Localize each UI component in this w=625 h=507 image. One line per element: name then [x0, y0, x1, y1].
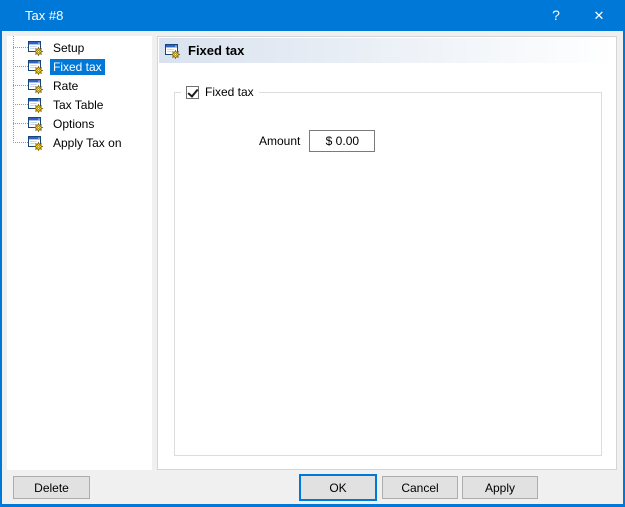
tax-form-icon: [28, 116, 44, 132]
tree-item-rate[interactable]: Rate: [7, 76, 152, 95]
tree-item-label: Rate: [50, 78, 81, 94]
apply-button[interactable]: Apply: [462, 476, 538, 499]
fixed-tax-groupbox: Fixed tax Amount: [174, 85, 602, 456]
close-button[interactable]: ✕: [579, 0, 619, 31]
tree-item-label: Tax Table: [50, 97, 106, 113]
tree-item-label: Options: [50, 116, 97, 132]
tree-item-apply-tax-on[interactable]: Apply Tax on: [7, 133, 152, 152]
nav-tree-panel: Setup Fixed tax Rate Tax Table Options A…: [7, 36, 152, 470]
tree-item-setup[interactable]: Setup: [7, 38, 152, 57]
window-title: Tax #8: [25, 8, 63, 23]
fixed-tax-checkbox-label: Fixed tax: [205, 85, 254, 99]
tree-item-label: Setup: [50, 40, 87, 56]
page-title: Fixed tax: [188, 43, 244, 58]
amount-row: Amount: [259, 130, 375, 152]
tree-item-label: Apply Tax on: [50, 135, 125, 151]
tax-dialog-window: Tax #8 ? ✕ Setup Fixed tax Rate Tax: [0, 0, 625, 507]
nav-tree: Setup Fixed tax Rate Tax Table Options A…: [7, 36, 152, 152]
delete-button[interactable]: Delete: [13, 476, 90, 499]
fixed-tax-checkbox[interactable]: [186, 86, 199, 99]
tax-form-icon: [28, 78, 44, 94]
close-icon: ✕: [594, 8, 605, 23]
tree-item-options[interactable]: Options: [7, 114, 152, 133]
tree-item-label-selected: Fixed tax: [50, 59, 105, 75]
content-header: Fixed tax: [159, 38, 615, 63]
fixed-tax-legend: Fixed tax: [181, 85, 259, 99]
amount-label: Amount: [259, 130, 300, 152]
amount-input[interactable]: [309, 130, 375, 152]
tax-form-icon: [165, 43, 181, 59]
help-icon: ?: [552, 7, 560, 23]
titlebar: Tax #8 ? ✕: [0, 0, 625, 31]
help-button[interactable]: ?: [536, 0, 576, 31]
tax-form-icon: [28, 135, 44, 151]
ok-button[interactable]: OK: [299, 474, 377, 501]
tree-item-tax-table[interactable]: Tax Table: [7, 95, 152, 114]
content-panel: Fixed tax Fixed tax Amount: [157, 36, 617, 470]
cancel-button[interactable]: Cancel: [382, 476, 458, 499]
tree-item-fixed-tax[interactable]: Fixed tax: [7, 57, 152, 76]
tax-form-icon: [28, 59, 44, 75]
tax-form-icon: [28, 40, 44, 56]
tax-form-icon: [28, 97, 44, 113]
